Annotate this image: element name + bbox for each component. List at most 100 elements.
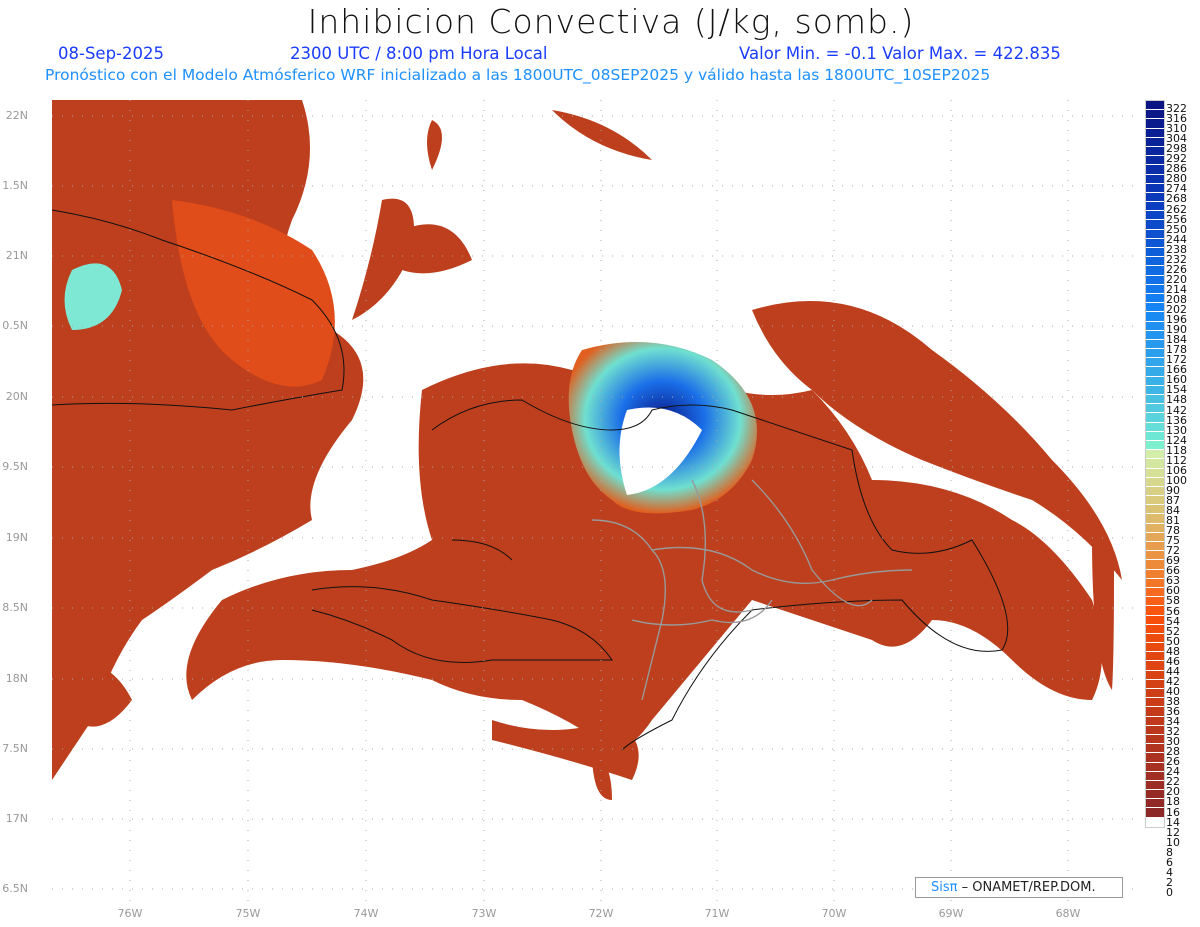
colorbar-swatch [1146, 156, 1164, 166]
colorbar-swatch [1146, 578, 1164, 588]
colorbar-swatch [1146, 110, 1164, 120]
colorbar-swatch [1146, 606, 1164, 616]
colorbar-swatch [1146, 220, 1164, 230]
colorbar-swatch [1146, 542, 1164, 552]
latitude-label: 22N [5, 109, 28, 122]
longitude-label: 73W [471, 907, 497, 920]
colorbar-swatch [1146, 395, 1164, 405]
colorbar-swatch [1146, 615, 1164, 625]
longitude-label: 74W [353, 907, 379, 920]
colorbar-swatch [1146, 450, 1164, 460]
colorbar-swatch [1146, 744, 1164, 754]
colorbar-swatch [1146, 321, 1164, 331]
colorbar-swatch [1146, 652, 1164, 662]
colorbar-swatch [1146, 771, 1164, 781]
colorbar-swatch [1146, 349, 1164, 359]
colorbar-swatch [1146, 734, 1164, 745]
colorbar-swatch [1146, 633, 1164, 644]
colorbar-swatch [1146, 367, 1164, 377]
colorbar-swatch [1146, 661, 1164, 671]
colorbar-swatch [1146, 431, 1164, 441]
colorbar-swatch [1146, 202, 1164, 212]
credit-box: Sisπ – ONAMET/REP.DOM. [915, 877, 1123, 898]
colorbar-swatch [1146, 128, 1164, 138]
longitude-label: 68W [1055, 907, 1081, 920]
colorbar-swatch [1146, 486, 1164, 497]
brand-logo: Sisπ [931, 880, 958, 895]
colorbar-swatch [1146, 808, 1164, 818]
colorbar-swatch [1146, 330, 1164, 340]
colorbar-swatch [1146, 312, 1164, 322]
colorbar-swatch [1146, 799, 1164, 809]
colorbar-swatch [1146, 505, 1164, 515]
colorbar-swatch [1146, 266, 1164, 276]
colorbar-swatch [1146, 532, 1164, 542]
latitude-label: 0.5N [2, 319, 28, 332]
colorbar-swatch [1146, 716, 1164, 726]
colorbar-swatch [1146, 293, 1164, 304]
latitude-label: 8.5N [2, 601, 28, 614]
colorbar-swatch [1146, 780, 1164, 791]
colorbar-swatch [1146, 404, 1164, 414]
latitude-label: 19N [5, 531, 28, 544]
colorbar-swatch [1146, 643, 1164, 653]
colorbar-swatch [1146, 192, 1164, 203]
credit-text: – ONAMET/REP.DOM. [957, 880, 1096, 895]
latitude-label: 7.5N [2, 742, 28, 755]
longitude-label: 75W [235, 907, 261, 920]
colorbar [1145, 100, 1165, 828]
colorbar-swatch [1146, 211, 1164, 221]
colorbar-swatch [1146, 817, 1164, 827]
longitude-label: 72W [588, 907, 614, 920]
latitude-label: 20N [5, 390, 28, 403]
colorbar-swatch [1146, 689, 1164, 699]
date-label: 08-Sep-2025 [58, 44, 164, 63]
colorbar-swatch [1146, 165, 1164, 175]
colorbar-swatch [1146, 137, 1164, 147]
colorbar-swatch [1146, 440, 1164, 451]
colorbar-swatch [1146, 707, 1164, 717]
map-title: Inhibicion Convectiva (J/kg, somb.) [307, 2, 915, 41]
colorbar-swatch [1146, 248, 1164, 258]
colorbar-swatch [1146, 119, 1164, 129]
colorbar-swatch [1146, 422, 1164, 432]
longitude-label: 69W [938, 907, 964, 920]
colorbar-swatch [1146, 174, 1164, 184]
forecast-info: Pronóstico con el Modelo Atmósferico WRF… [45, 66, 991, 84]
colorbar-swatch [1146, 146, 1164, 157]
colorbar-swatch [1146, 229, 1164, 239]
colorbar-swatch [1146, 101, 1164, 111]
colorbar-swatch [1146, 284, 1164, 294]
time-label: 2300 UTC / 8:00 pm Hora Local [290, 44, 548, 63]
latitude-label: 6.5N [2, 882, 28, 895]
longitude-label: 76W [117, 907, 143, 920]
longitude-label: 70W [821, 907, 847, 920]
colorbar-swatch [1146, 523, 1164, 533]
colorbar-swatch [1146, 679, 1164, 689]
latitude-label: 21N [5, 249, 28, 262]
colorbar-swatch [1146, 670, 1164, 680]
colorbar-swatch [1146, 624, 1164, 634]
latitude-label: 17N [5, 812, 28, 825]
min-max-label: Valor Min. = -0.1 Valor Max. = 422.835 [739, 44, 1061, 63]
colorbar-swatch [1146, 597, 1164, 607]
colorbar-swatch [1146, 753, 1164, 763]
colorbar-swatch [1146, 477, 1164, 487]
colorbar-swatch [1146, 496, 1164, 506]
colorbar-swatch [1146, 339, 1164, 350]
colorbar-swatch [1146, 358, 1164, 368]
colorbar-swatch [1146, 385, 1164, 395]
colorbar-swatch [1146, 560, 1164, 570]
latitude-label: 1.5N [2, 179, 28, 192]
longitude-label: 71W [704, 907, 730, 920]
cin-map [52, 100, 1137, 906]
colorbar-swatch [1146, 459, 1164, 469]
colorbar-swatch [1146, 551, 1164, 561]
colorbar-swatch [1146, 376, 1164, 386]
colorbar-swatch [1146, 587, 1164, 598]
colorbar-label: 0 [1166, 885, 1173, 899]
colorbar-swatch [1146, 183, 1164, 193]
colorbar-swatch [1146, 762, 1164, 772]
latitude-label: 9.5N [2, 460, 28, 473]
colorbar-swatch [1146, 238, 1164, 248]
